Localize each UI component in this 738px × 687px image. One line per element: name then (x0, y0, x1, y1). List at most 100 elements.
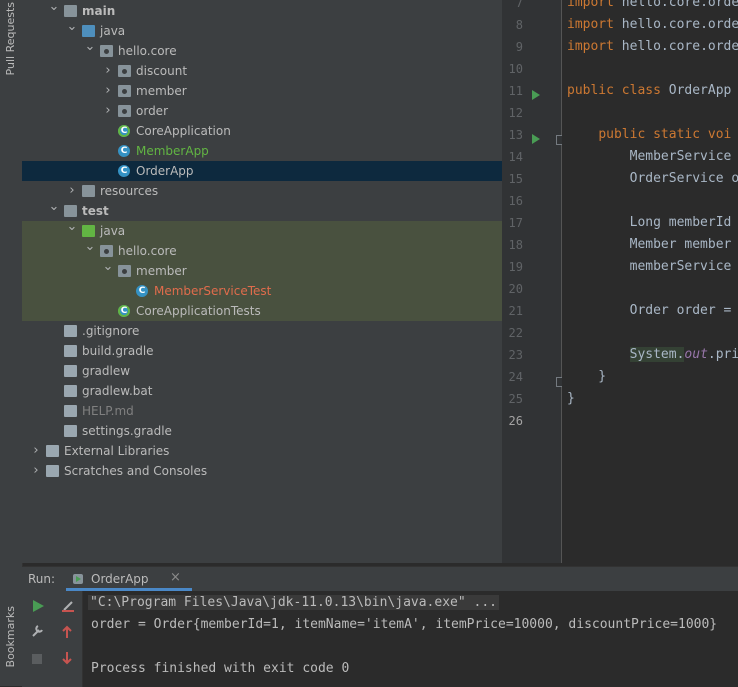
chevron-down-icon[interactable]: ⌄ (48, 197, 60, 217)
down-arrow-icon[interactable] (61, 651, 73, 668)
chevron-down-icon[interactable]: ⌄ (102, 257, 114, 277)
tree-item-label: gradlew (82, 364, 131, 378)
code-editor[interactable]: import hello.core.orde import hello.core.… (562, 0, 738, 563)
tree-item-label: gradlew.bat (82, 384, 153, 398)
tree-item[interactable]: › External Libraries (22, 441, 502, 461)
line-number: 12 (508, 106, 523, 120)
line-number: 15 (508, 172, 523, 186)
resources-folder-icon (82, 185, 95, 197)
text-file-icon (64, 385, 77, 397)
tree-item[interactable]: › Scratches and Consoles (22, 461, 502, 481)
chevron-down-icon[interactable]: ⌄ (84, 37, 96, 57)
gitignore-file-icon (64, 325, 77, 337)
folder-icon (64, 5, 77, 17)
line-number: 18 (508, 238, 523, 252)
chevron-right-icon[interactable]: › (102, 61, 114, 81)
console-line: "C:\Program Files\Java\jdk-11.0.13\bin\j… (88, 595, 499, 610)
tree-item-label: CoreApplication (136, 124, 231, 138)
tree-item[interactable]: ⌄ member (22, 259, 502, 281)
run-gutter-icon[interactable] (532, 134, 540, 144)
tree-item[interactable]: › order (22, 101, 502, 121)
spring-class-icon: C (118, 125, 130, 137)
line-number: 20 (508, 282, 523, 296)
tree-item[interactable]: C MemberApp (22, 141, 502, 161)
tree-item[interactable]: gradlew (22, 361, 502, 381)
tree-item-label: hello.core (118, 244, 177, 258)
chevron-right-icon[interactable]: › (66, 181, 78, 201)
line-number: 14 (508, 150, 523, 164)
package-icon (100, 245, 113, 257)
tree-item-label: CoreApplicationTests (136, 304, 261, 318)
test-source-folder-icon (82, 225, 95, 237)
script-file-icon (64, 365, 77, 377)
package-icon (118, 265, 131, 277)
tree-item[interactable]: C CoreApplication (22, 121, 502, 141)
tree-item[interactable]: ⌄ hello.core (22, 39, 502, 61)
pull-requests-tab[interactable]: Pull Requests (4, 2, 17, 75)
rerun-icon[interactable] (31, 599, 45, 616)
tree-item[interactable]: HELP.md (22, 401, 502, 421)
console-output[interactable]: "C:\Program Files\Java\jdk-11.0.13\bin\j… (82, 591, 738, 687)
code-line: Order order = (567, 303, 738, 318)
tree-item[interactable]: build.gradle (22, 341, 502, 361)
chevron-down-icon[interactable]: ⌄ (48, 0, 60, 17)
code-line: Member member (567, 237, 738, 252)
close-tab-icon[interactable]: × (170, 570, 181, 585)
code-line: } (567, 369, 607, 384)
chevron-down-icon[interactable]: ⌄ (66, 17, 78, 37)
editor-gutter: 7 8 9 10 11 12 13 14 15 16 17 18 19 20 21 22 23 24 25 26 (502, 0, 566, 563)
tree-item[interactable]: C OrderApp (22, 161, 502, 181)
spring-class-icon: C (118, 305, 130, 317)
line-number: 16 (508, 194, 523, 208)
run-label: Run: (28, 572, 56, 586)
chevron-down-icon[interactable]: ⌄ (84, 237, 96, 257)
class-icon: C (118, 165, 130, 177)
chevron-right-icon[interactable]: › (102, 81, 114, 101)
code-line: import hello.core.orde (567, 0, 738, 10)
tree-item[interactable]: ⌄ test (22, 199, 502, 221)
package-icon (118, 105, 131, 117)
tree-item-label: HELP.md (82, 404, 134, 418)
tree-item[interactable]: settings.gradle (22, 421, 502, 441)
wrench-icon[interactable] (30, 624, 44, 641)
chevron-right-icon[interactable]: › (102, 101, 114, 121)
up-arrow-icon[interactable] (61, 625, 73, 642)
clear-console-icon[interactable] (61, 599, 75, 616)
tree-item-label: Scratches and Consoles (64, 464, 208, 478)
tree-item[interactable]: › resources (22, 181, 502, 201)
tab-orderapp[interactable]: OrderApp × (66, 567, 192, 591)
run-gutter-icon[interactable] (532, 90, 540, 100)
tree-item[interactable]: ⌄ hello.core (22, 239, 502, 261)
tree-item[interactable]: .gitignore (22, 321, 502, 341)
chevron-right-icon[interactable]: › (30, 441, 42, 461)
tree-item[interactable]: C CoreApplicationTests (22, 301, 502, 321)
chevron-right-icon[interactable]: › (30, 461, 42, 481)
tree-item-label: resources (100, 184, 159, 198)
run-toolbar-secondary (54, 591, 83, 687)
package-icon (100, 45, 113, 57)
tree-item-label: member (136, 84, 187, 98)
chevron-down-icon[interactable]: ⌄ (66, 217, 78, 237)
line-number: 11 (508, 84, 523, 98)
code-line: } (567, 391, 575, 406)
tree-item[interactable]: C MemberServiceTest (22, 281, 502, 301)
tree-item[interactable]: › discount (22, 61, 502, 81)
stop-icon[interactable] (31, 653, 43, 668)
tree-item[interactable]: gradlew.bat (22, 381, 502, 401)
line-number: 25 (508, 392, 523, 406)
tree-item-label: MemberApp (136, 144, 209, 158)
line-number: 19 (508, 260, 523, 274)
tree-item-label: MemberServiceTest (154, 284, 272, 298)
line-number: 22 (508, 326, 523, 340)
pull-requests-label: Pull Requests (4, 2, 17, 76)
bookmarks-label: Bookmarks (4, 606, 17, 668)
tree-item-label: test (82, 204, 109, 218)
tree-item[interactable]: › member (22, 81, 502, 101)
tree-item[interactable]: ⌄ main (22, 0, 502, 21)
test-class-icon: C (136, 285, 148, 297)
run-tool-window: Run: OrderApp × "C:\Program Files\Java\j… (22, 566, 738, 687)
package-icon (118, 85, 131, 97)
project-tree: ⌄ main ⌄ java ⌄ hello.core › discount › member › or… (22, 0, 502, 563)
bookmarks-tab[interactable]: Bookmarks (4, 606, 17, 667)
line-number: 17 (508, 216, 523, 230)
